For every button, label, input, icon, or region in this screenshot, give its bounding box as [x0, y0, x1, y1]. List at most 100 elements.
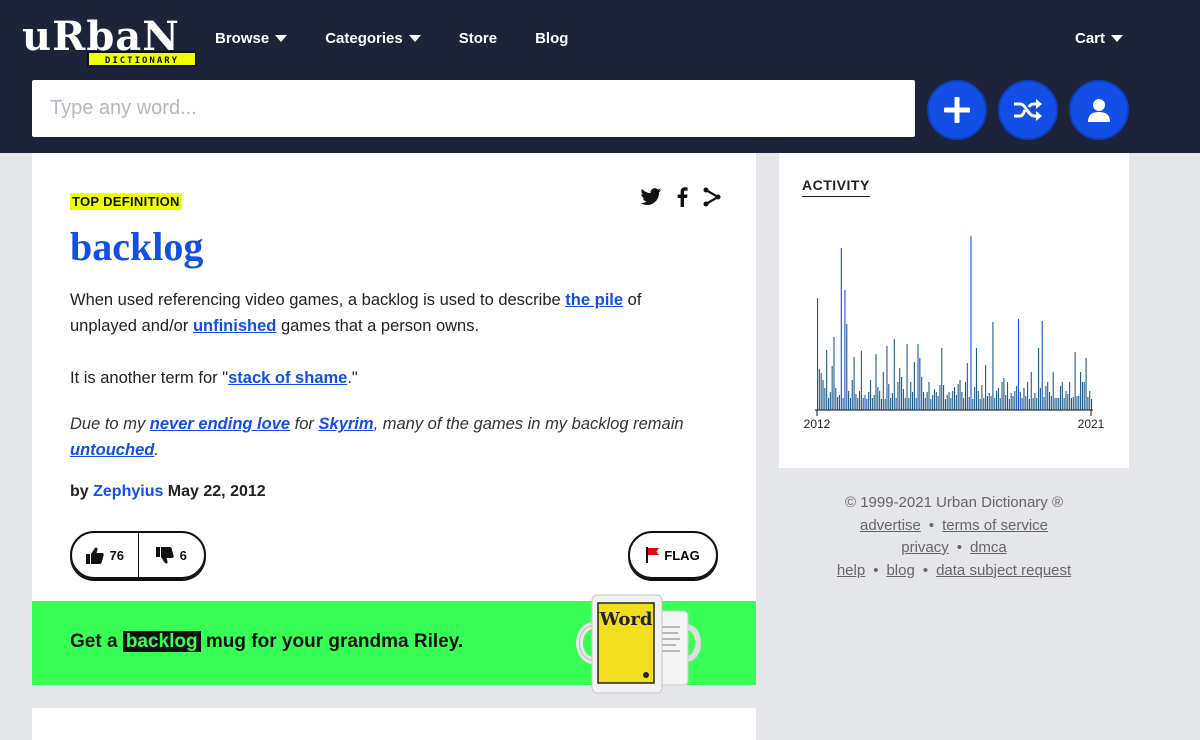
- word-title[interactable]: backlog: [70, 223, 203, 270]
- link-untouched[interactable]: untouched: [70, 441, 154, 459]
- activity-bar: [1089, 391, 1091, 410]
- activity-bar: [932, 395, 934, 410]
- link-never-ending-love[interactable]: never ending love: [150, 415, 290, 433]
- footer-dsr-link[interactable]: data subject request: [936, 562, 1071, 579]
- footer-blog-link[interactable]: blog: [886, 562, 914, 579]
- link-unfinished[interactable]: unfinished: [193, 317, 276, 335]
- footer-terms-link[interactable]: terms of service: [942, 517, 1048, 534]
- nav-browse-label: Browse: [215, 30, 270, 47]
- activity-bar: [1069, 382, 1071, 410]
- activity-bar: [859, 391, 861, 410]
- activity-bar: [831, 366, 833, 410]
- definition-example: Due to my never ending love for Skyrim, …: [70, 411, 720, 463]
- twitter-icon[interactable]: [640, 187, 662, 207]
- nav-categories[interactable]: Categories: [325, 30, 421, 47]
- activity-bar: [933, 389, 936, 410]
- thumbs-up-button[interactable]: 76: [72, 533, 138, 577]
- link-skyrim[interactable]: Skyrim: [319, 415, 374, 433]
- activity-bar: [957, 384, 959, 410]
- activity-bar: [992, 322, 994, 410]
- activity-bar: [849, 398, 851, 410]
- activity-bar: [862, 398, 864, 410]
- activity-bar: [1027, 382, 1029, 410]
- flag-button[interactable]: FLAG: [628, 531, 718, 579]
- activity-bar: [922, 392, 925, 410]
- activity-bar: [879, 391, 881, 410]
- meaning-text: games that a person owns.: [276, 317, 480, 335]
- shuffle-icon: [1014, 99, 1042, 121]
- footer-advertise-link[interactable]: advertise: [860, 517, 921, 534]
- activity-bar: [1067, 394, 1069, 410]
- activity-bar: [1030, 372, 1032, 410]
- author-link[interactable]: Zephyius: [93, 483, 163, 500]
- activity-bar: [950, 398, 952, 410]
- activity-bar: [1045, 386, 1047, 410]
- byline: by Zephyius May 22, 2012: [70, 483, 266, 501]
- activity-bar: [1038, 348, 1040, 410]
- nav-cart[interactable]: Cart: [1075, 30, 1124, 47]
- footer-privacy-link[interactable]: privacy: [901, 539, 949, 556]
- add-definition-button[interactable]: [927, 80, 987, 140]
- activity-bar: [1063, 398, 1065, 410]
- activity-bar: [919, 358, 921, 410]
- activity-bar: [820, 373, 822, 410]
- footer-dmca-link[interactable]: dmca: [970, 539, 1007, 556]
- downvote-count: 6: [179, 547, 187, 563]
- separator: •: [922, 561, 929, 579]
- search-input[interactable]: [32, 80, 915, 137]
- random-word-button[interactable]: [998, 80, 1058, 140]
- activity-bar: [837, 397, 839, 410]
- activity-bar: [1028, 399, 1030, 410]
- activity-bar: [880, 399, 883, 410]
- activity-bar: [844, 290, 846, 410]
- activity-bar: [926, 392, 928, 410]
- activity-bar: [941, 348, 943, 410]
- activity-bar: [1010, 393, 1012, 410]
- user-account-button[interactable]: [1069, 80, 1129, 140]
- mug-front-image: Word: [576, 594, 663, 694]
- activity-bar: [970, 236, 972, 410]
- main-nav: Browse Categories Store Blog: [215, 30, 606, 47]
- activity-bar: [911, 392, 914, 410]
- activity-chart: 2012 2021: [804, 236, 1105, 431]
- facebook-icon[interactable]: [676, 187, 688, 207]
- activity-bar: [833, 337, 835, 410]
- activity-bar: [824, 388, 826, 410]
- activity-bar: [1085, 358, 1087, 410]
- activity-bar: [875, 354, 877, 410]
- activity-bar: [855, 394, 857, 410]
- activity-bar: [1058, 398, 1060, 410]
- activity-bar: [902, 389, 904, 410]
- example-text: Due to my: [70, 415, 150, 433]
- nav-browse[interactable]: Browse: [215, 30, 288, 47]
- mug-promo-banner[interactable]: Get a backlog mug for your grandma Riley…: [32, 594, 756, 694]
- activity-bar: [901, 377, 903, 410]
- example-text: for: [290, 415, 319, 433]
- link-stack-of-shame[interactable]: stack of shame: [228, 369, 347, 387]
- activity-bars: [817, 236, 1093, 410]
- urban-dictionary-logo[interactable]: uRbaN DICTIONARY: [22, 12, 198, 68]
- link-the-pile[interactable]: the pile: [565, 291, 623, 309]
- footer-help-link[interactable]: help: [837, 562, 865, 579]
- activity-bar: [913, 362, 915, 410]
- activity-bar: [851, 380, 853, 410]
- activity-bar: [1091, 399, 1093, 410]
- activity-bar: [899, 368, 901, 410]
- share-icon[interactable]: [702, 187, 722, 207]
- mug-text-post: mug for your grandma Riley.: [200, 631, 464, 652]
- activity-bar: [1043, 397, 1045, 410]
- activity-bar: [1080, 372, 1082, 410]
- activity-bar: [860, 351, 862, 410]
- nav-categories-label: Categories: [325, 30, 403, 47]
- activity-bar: [996, 391, 998, 410]
- activity-bar: [997, 388, 999, 410]
- nav-store[interactable]: Store: [459, 30, 497, 47]
- activity-bar: [853, 357, 855, 410]
- activity-bar: [1012, 396, 1014, 410]
- activity-bar: [869, 380, 872, 410]
- nav-blog[interactable]: Blog: [535, 30, 568, 47]
- thumbs-down-button[interactable]: 6: [137, 533, 205, 577]
- chevron-down-icon: [408, 35, 421, 42]
- definition-card: TOP DEFINITION backlog When used referen…: [32, 153, 756, 601]
- next-definition-card: [32, 708, 756, 740]
